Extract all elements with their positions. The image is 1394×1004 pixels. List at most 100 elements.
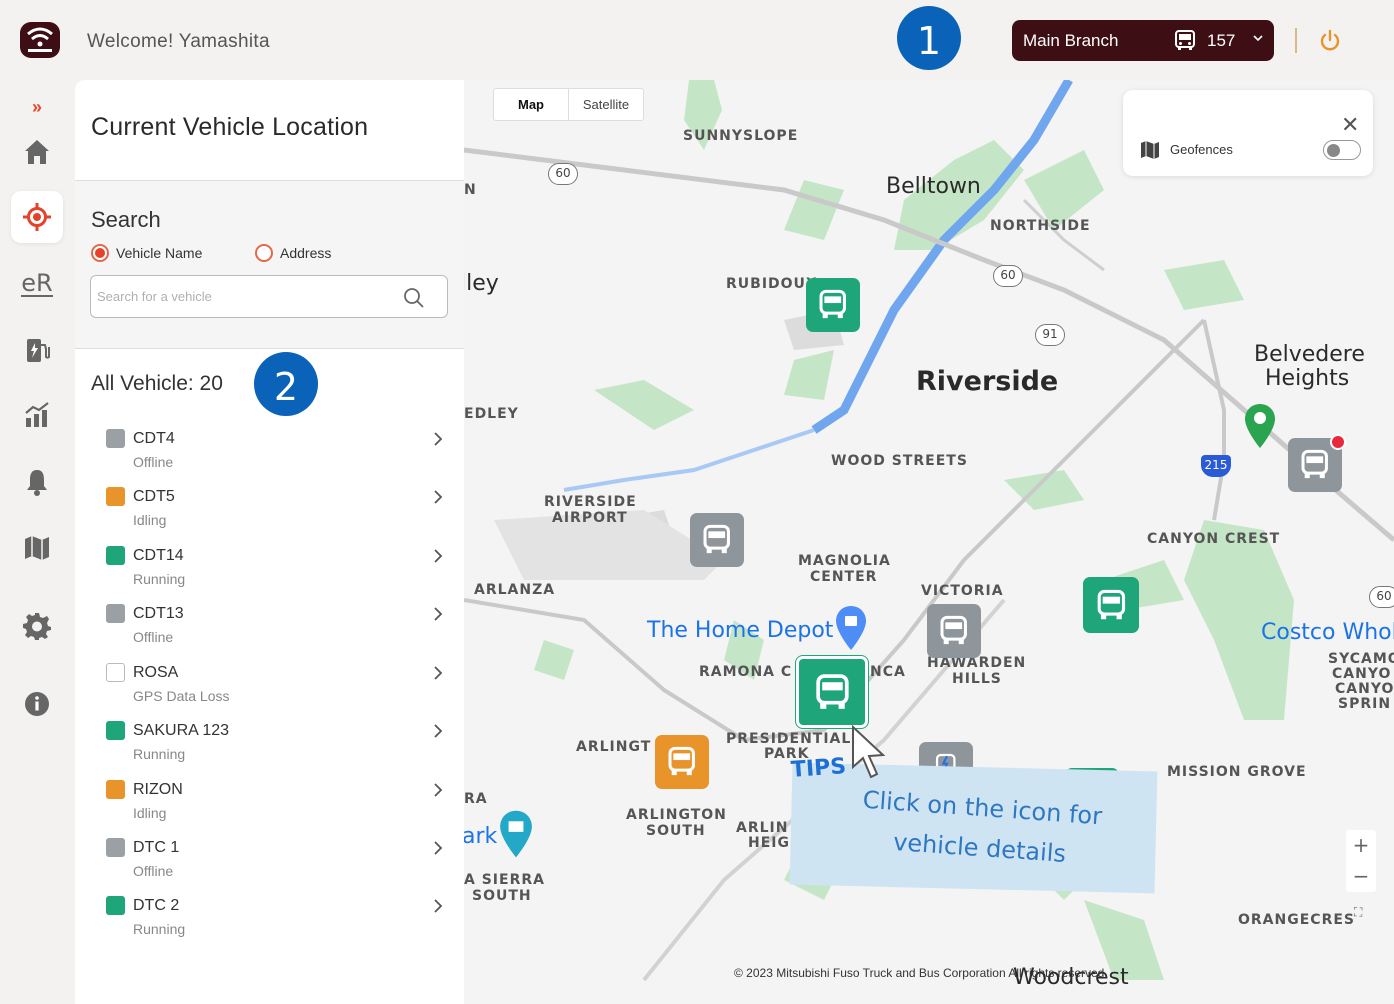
vehicle-name: DTC 2: [133, 897, 180, 914]
map-label: lley: [464, 271, 499, 296]
vehicle-marker-running-selected[interactable]: [796, 656, 868, 728]
nav-settings[interactable]: [11, 600, 63, 652]
vehicle-status: Offline: [133, 454, 174, 470]
zoom-controls: + −: [1346, 830, 1376, 892]
list-item[interactable]: RIZON Idling: [105, 776, 445, 834]
search-label: Search: [91, 207, 161, 232]
expand-nav-button[interactable]: »: [32, 97, 42, 118]
map-label: ORANGECRES: [1238, 912, 1355, 928]
map-poi-park[interactable]: ark: [464, 824, 497, 849]
status-swatch: [106, 838, 125, 857]
nav-er[interactable]: eR: [11, 258, 63, 310]
status-swatch: [106, 546, 125, 565]
list-item[interactable]: CDT13 Offline: [105, 600, 445, 658]
step-marker-2: 2: [254, 352, 318, 416]
bus-icon: [1097, 589, 1125, 619]
fullscreen-icon[interactable]: ⛶: [1354, 905, 1362, 920]
map-poi-home-depot[interactable]: The Home Depot: [647, 618, 833, 643]
geofences-label: Geofences: [1170, 142, 1233, 157]
nav-notifications[interactable]: [11, 456, 63, 508]
list-item[interactable]: CDT4 Offline: [105, 425, 445, 483]
map-icon: [25, 536, 49, 560]
bus-icon: [940, 616, 968, 645]
map-label: Heights: [1265, 366, 1350, 391]
radio-vehicle-name[interactable]: Vehicle Name: [91, 244, 202, 262]
bus-icon: [668, 747, 696, 776]
nav-ev-charging[interactable]: [11, 324, 63, 376]
list-item[interactable]: CDT5 Idling: [105, 483, 445, 541]
vehicle-name: SAKURA 123: [133, 722, 230, 739]
nav-map[interactable]: [11, 522, 63, 574]
vehicle-status: GPS Data Loss: [133, 688, 230, 704]
list-item[interactable]: SAKURA 123 Running: [105, 717, 445, 775]
map-label: MISSION GROVE: [1167, 764, 1307, 780]
map-label: SYCAMO: [1328, 651, 1394, 667]
museum-pin-icon[interactable]: [498, 808, 534, 860]
radio-vehicle-name-label: Vehicle Name: [116, 245, 203, 261]
map-label: RIVERSIDE: [544, 494, 637, 510]
bus-icon: [819, 290, 847, 319]
list-item[interactable]: CDT14 Running: [105, 542, 445, 600]
power-icon[interactable]: [1318, 29, 1342, 53]
geofences-toggle[interactable]: [1323, 140, 1361, 160]
status-swatch: [106, 604, 125, 623]
map-label: ARLINGT: [576, 739, 652, 755]
status-swatch: [106, 780, 125, 799]
map-label: AIRPORT: [552, 510, 628, 526]
vehicle-marker-running[interactable]: [806, 278, 860, 332]
nav-home[interactable]: [11, 126, 63, 178]
nav-info[interactable]: [11, 678, 63, 730]
close-icon[interactable]: ✕: [1341, 113, 1359, 138]
status-swatch: [106, 487, 125, 506]
vehicle-name: ROSA: [133, 664, 179, 681]
map-icon: [1141, 141, 1159, 159]
map-label: HEIG: [748, 835, 790, 851]
list-item[interactable]: ROSA GPS Data Loss: [105, 659, 445, 717]
map-label: RAMONA C: [699, 664, 793, 680]
bus-icon: [1175, 30, 1195, 50]
map-label: Belvedere: [1254, 342, 1365, 367]
branch-selector[interactable]: Main Branch 157: [1012, 20, 1274, 61]
list-item[interactable]: DTC 2 Running: [105, 892, 445, 950]
home-depot-pin-icon[interactable]: [834, 604, 868, 652]
highway-shield: 91: [1035, 324, 1065, 346]
map-label: A SIERRA: [464, 872, 545, 888]
nav-analytics[interactable]: [11, 389, 63, 441]
location-icon: [23, 203, 51, 231]
vehicle-marker-offline[interactable]: [927, 604, 981, 658]
map-label: SPRIN: [1338, 696, 1392, 712]
map-type-map-button[interactable]: Map: [494, 89, 569, 120]
search-icon[interactable]: [402, 286, 426, 310]
map-label: NCA: [870, 664, 906, 680]
map-type-toggle: Map Satellite: [493, 88, 644, 121]
map-label: CANYON CREST: [1147, 531, 1281, 547]
chevron-right-icon: [434, 841, 443, 855]
map-view[interactable]: Map Satellite SUNNYSLOPE Belltown NORTHS…: [464, 80, 1394, 1004]
map-poi-costco[interactable]: Costco Whol: [1261, 620, 1394, 645]
vehicle-name: DTC 1: [133, 839, 180, 856]
map-label: VICTORIA: [921, 583, 1004, 599]
nav-location[interactable]: [11, 191, 63, 243]
vehicle-marker-running[interactable]: [1083, 577, 1139, 633]
map-label: ARLIN: [736, 820, 789, 836]
map-label: RUBIDOUX: [726, 276, 818, 292]
radio-address[interactable]: Address: [255, 244, 331, 262]
search-input[interactable]: [97, 276, 397, 317]
chevron-right-icon: [434, 899, 443, 913]
highway-shield: 60: [548, 163, 578, 185]
settings-icon: [23, 613, 51, 640]
search-section: Search Vehicle Name Address: [75, 181, 464, 349]
alert-dot: [1330, 434, 1346, 450]
vehicle-marker-idling[interactable]: [655, 735, 709, 789]
cursor-arrow-icon: [852, 725, 886, 779]
header-divider: [1295, 28, 1297, 53]
map-label: ARLINGTON: [626, 807, 727, 823]
zoom-in-button[interactable]: +: [1346, 830, 1376, 861]
list-item[interactable]: DTC 1 Offline: [105, 834, 445, 892]
zoom-out-button[interactable]: −: [1346, 861, 1376, 892]
park-pin-icon[interactable]: [1243, 402, 1277, 450]
vehicle-marker-offline[interactable]: [690, 513, 744, 567]
map-type-satellite-button[interactable]: Satellite: [569, 89, 643, 120]
map-label: Riverside: [916, 366, 1059, 397]
status-swatch: [106, 721, 125, 740]
